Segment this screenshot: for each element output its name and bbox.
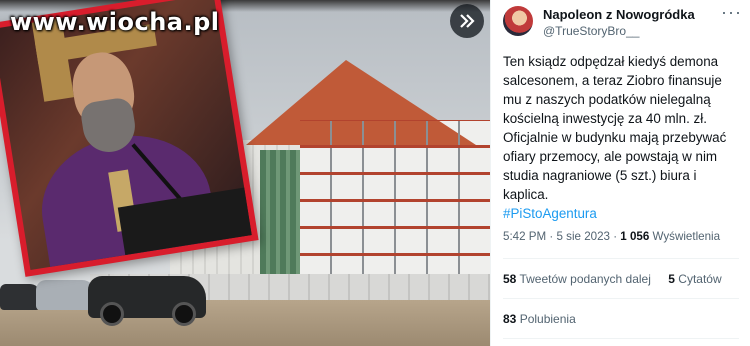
likes-stat[interactable]: 83 Polubienia [503, 312, 576, 326]
car-wheel [172, 302, 196, 326]
parked-suv [88, 276, 206, 326]
double-chevron-right-icon [459, 14, 475, 28]
likes-label: Polubienia [516, 312, 576, 326]
author-handle[interactable]: @TrueStoryBro__ [543, 24, 639, 38]
tweet-text-line: ofiary przemocy, ale powstają w nim [503, 149, 718, 164]
retweets-count: 58 [503, 272, 517, 286]
more-options-icon[interactable]: ··· [721, 2, 742, 23]
tweet-media-image[interactable]: www.wiocha.pl [0, 0, 490, 346]
car-wheel [100, 302, 124, 326]
tweet-text-line: salcesonem, a teraz Ziobro finansuje [503, 73, 722, 88]
next-image-button[interactable] [450, 4, 484, 38]
quotes-count: 5 [668, 272, 675, 286]
likes-count: 83 [503, 312, 517, 326]
parked-car [0, 284, 40, 310]
tweet-meta: 5:42 PM · 5 sie 2023 · 1 056 Wyświetleni… [503, 230, 720, 243]
quotes-stat[interactable]: 5 Cytatów [668, 272, 721, 286]
divider [503, 338, 739, 339]
divider [503, 298, 739, 299]
tweet-text-line: studia nagraniowe (5 szt.) biura i [503, 168, 697, 183]
scaffolding [300, 120, 490, 280]
quotes-label: Cytatów [674, 272, 722, 286]
avatar[interactable] [503, 6, 533, 36]
tweet-text-line: kościelną inwestycję za 40 mln. zł. [503, 111, 707, 126]
tweet-text: Ten ksiądz odpędzał kiedyś demona salces… [503, 52, 743, 223]
likes-row: 83 Polubienia [503, 312, 590, 326]
parked-car [36, 280, 96, 310]
views-label: Wyświetlenia [649, 230, 721, 243]
tweet-text-line: Ten ksiądz odpędzał kiedyś demona [503, 54, 719, 69]
views-count: 1 056 [620, 230, 650, 243]
author-display-name[interactable]: Napoleon z Nowogródka [543, 7, 695, 22]
priest-inset-photo [0, 0, 259, 277]
tweet-text-line: Oficjalnie w budynku mają przebywać [503, 130, 727, 145]
retweets-stat[interactable]: 58 Tweetów podanych dalej [503, 272, 651, 286]
tweet-timestamp[interactable]: 5:42 PM · 5 sie 2023 · [503, 230, 620, 243]
divider [503, 258, 739, 259]
retweets-label: Tweetów podanych dalej [516, 272, 651, 286]
engagement-row: 58 Tweetów podanych dalej 5 Cytatów [503, 272, 736, 286]
green-netting [260, 150, 300, 275]
priest-photo [0, 0, 252, 271]
tweet-text-line: kaplica. [503, 187, 549, 202]
hashtag-link[interactable]: #PiStoAgentura [503, 204, 743, 223]
tweet-text-line: mu z naszych podatków nielegalną [503, 92, 711, 107]
watermark-text: www.wiocha.pl [10, 8, 220, 36]
tweet-panel: Napoleon z Nowogródka @TrueStoryBro__ ··… [490, 0, 750, 346]
